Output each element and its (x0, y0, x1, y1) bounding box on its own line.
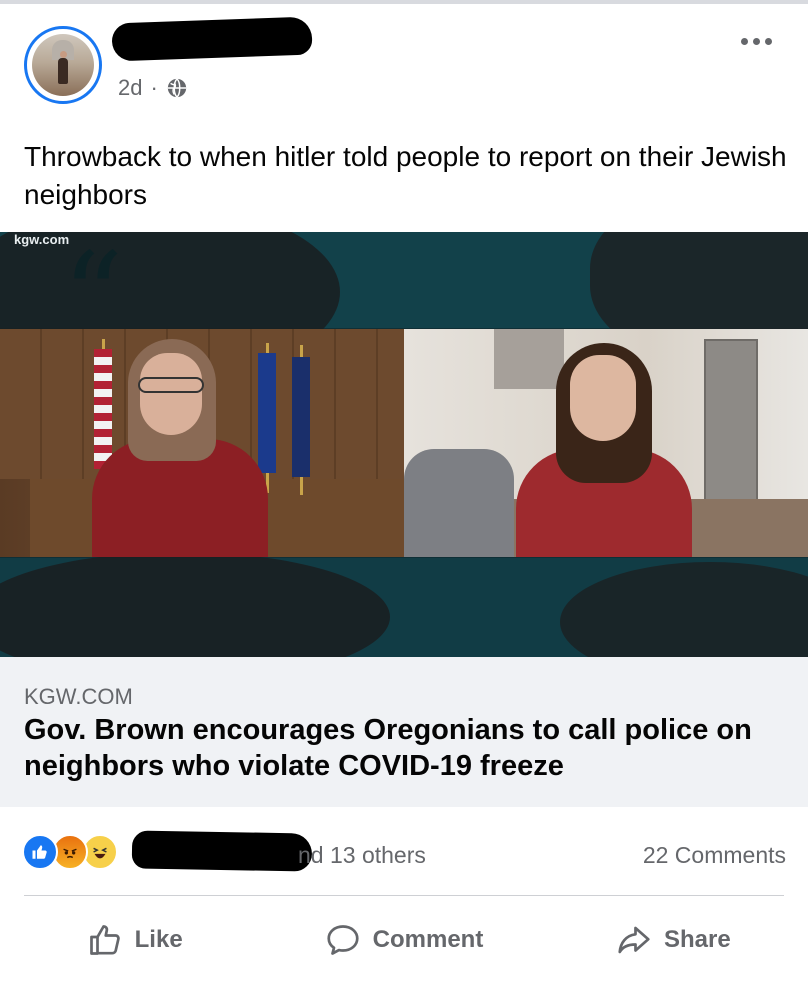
shared-article-image[interactable]: “ kgw.com (0, 232, 808, 657)
post-text: Throwback to when hitler told people to … (24, 141, 787, 210)
more-options-icon[interactable] (741, 38, 772, 45)
video-panel-left (0, 329, 404, 557)
share-icon (618, 926, 650, 954)
comment-label: Comment (372, 926, 484, 953)
globe-icon (167, 78, 186, 98)
comments-count[interactable]: 22 Comments (643, 842, 786, 869)
comment-button[interactable]: Comment (269, 900, 538, 980)
avatar-photo (32, 34, 94, 96)
image-watermark: kgw.com (14, 232, 70, 247)
link-title[interactable]: Gov. Brown encourages Oregonians to call… (24, 712, 784, 784)
reaction-icons[interactable] (22, 834, 126, 870)
thumbs-up-icon (89, 925, 120, 955)
post-meta: 2d · (118, 75, 188, 101)
actions-divider (24, 895, 784, 896)
reaction-others-text[interactable]: nd 13 others (298, 842, 426, 869)
engagement-row: nd 13 others 22 Comments (0, 820, 808, 886)
reactor-names-redacted[interactable] (131, 830, 313, 872)
author-name-redacted[interactable] (111, 16, 313, 62)
action-bar: Like Comment Share (0, 900, 808, 980)
link-domain: KGW.COM (24, 684, 133, 709)
video-panel-right (404, 329, 808, 557)
like-icon (22, 834, 58, 870)
comment-icon (327, 925, 359, 955)
meta-separator: · (150, 75, 158, 100)
like-label: Like (134, 926, 183, 953)
like-button[interactable]: Like (0, 900, 269, 980)
author-avatar[interactable] (24, 26, 102, 104)
top-divider (0, 0, 808, 4)
share-label: Share (663, 926, 731, 953)
post-timestamp[interactable]: 2d (118, 75, 142, 101)
share-button[interactable]: Share (539, 900, 808, 980)
